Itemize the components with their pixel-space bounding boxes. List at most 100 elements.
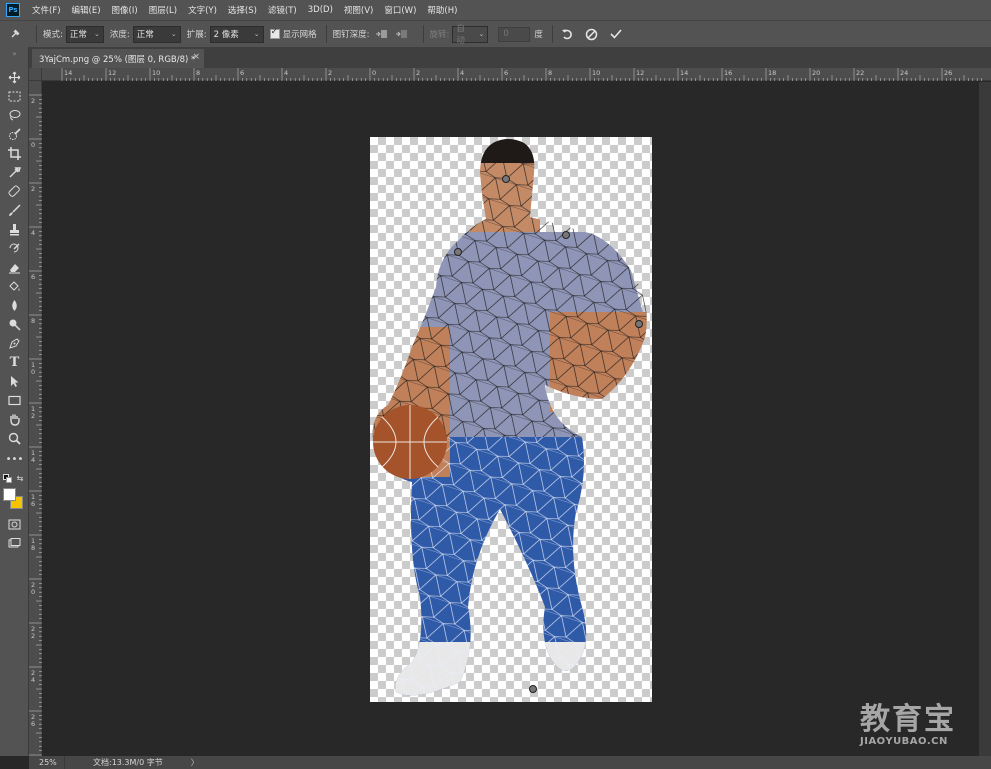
ruler-label: 6 xyxy=(31,500,35,508)
show-mesh-label: 显示网格 xyxy=(282,30,317,40)
watermark: 教育宝 JIAOYUBAO.CN xyxy=(840,694,980,754)
expansion-select[interactable]: 2 像素 ⌄ xyxy=(209,25,264,43)
separator xyxy=(325,25,327,43)
warp-pin[interactable] xyxy=(635,320,643,328)
healing-brush-tool-icon[interactable] xyxy=(5,183,24,199)
history-brush-tool-icon[interactable] xyxy=(5,240,24,256)
pin-backward-icon[interactable] xyxy=(393,25,411,43)
ruler-label: 4 xyxy=(31,676,35,684)
rectangle-tool-icon[interactable] xyxy=(5,392,24,408)
basketball xyxy=(373,405,447,479)
ruler-label: 2 xyxy=(31,412,35,420)
path-selection-tool-icon[interactable] xyxy=(5,373,24,389)
move-tool-icon[interactable] xyxy=(5,69,24,85)
document-tab[interactable]: 3YajCm.png @ 25% (图层 0, RGB/8) * × xyxy=(32,49,204,68)
pin-depth-label: 图钉深度: xyxy=(332,30,370,40)
pen-tool-icon[interactable] xyxy=(5,335,24,351)
dodge-tool-icon[interactable] xyxy=(5,316,24,332)
swap-colors-icon[interactable]: ⇆ xyxy=(15,473,25,483)
clone-stamp-tool-icon[interactable] xyxy=(5,221,24,237)
document-tab-bar: 3YajCm.png @ 25% (图层 0, RGB/8) * × xyxy=(29,47,991,68)
pin-forward-icon[interactable] xyxy=(373,25,391,43)
chevron-down-icon: ⌄ xyxy=(170,30,177,38)
eraser-tool-icon[interactable] xyxy=(5,259,24,275)
menu-file[interactable]: 文件(F) xyxy=(32,4,61,16)
ruler-label: 14 xyxy=(64,69,72,77)
ruler-label: 16 xyxy=(724,69,732,77)
cancel-icon[interactable] xyxy=(583,25,601,43)
menu-help[interactable]: 帮助(H) xyxy=(427,4,457,16)
menu-type[interactable]: 文字(Y) xyxy=(188,4,217,16)
commit-check-icon[interactable] xyxy=(607,25,625,43)
paint-bucket-tool-icon[interactable] xyxy=(5,278,24,294)
brush-tool-icon[interactable] xyxy=(5,202,24,218)
puppet-pin-tool-icon[interactable] xyxy=(6,25,24,43)
warp-pin[interactable] xyxy=(562,231,570,239)
crop-tool-icon[interactable] xyxy=(5,145,24,161)
menu-filter[interactable]: 滤镜(T) xyxy=(268,4,297,16)
ruler-label: 26 xyxy=(944,69,952,77)
show-mesh-checkbox[interactable] xyxy=(269,27,280,39)
ruler-label: 8 xyxy=(31,317,35,325)
eyedropper-tool-icon[interactable] xyxy=(5,164,24,180)
chevron-down-icon: ⌄ xyxy=(478,30,485,38)
warp-pin[interactable] xyxy=(529,685,537,693)
panel-collapse-icon[interactable]: » xyxy=(5,50,24,58)
close-icon[interactable]: × xyxy=(192,52,200,62)
vertical-scrollbar[interactable] xyxy=(979,82,991,756)
marquee-tool-icon[interactable] xyxy=(5,88,24,104)
mode-label: 模式: xyxy=(43,30,63,40)
menu-layer[interactable]: 图层(L) xyxy=(149,4,177,16)
ruler-label: 2 xyxy=(31,632,35,640)
menu-select[interactable]: 选择(S) xyxy=(228,4,257,16)
warp-pin[interactable] xyxy=(502,175,510,183)
expansion-label: 扩展: xyxy=(186,30,207,40)
ruler-label: 24 xyxy=(900,69,908,77)
ruler-label: 12 xyxy=(108,69,116,77)
ruler-label: 8 xyxy=(196,69,200,77)
photoshop-logo: Ps xyxy=(6,3,20,17)
ruler-label: 6 xyxy=(240,69,244,77)
angle-input[interactable]: 0 xyxy=(498,26,531,42)
lasso-tool-icon[interactable] xyxy=(5,107,24,123)
ruler-label: 0 xyxy=(31,368,35,376)
ruler-label: 4 xyxy=(31,456,35,464)
ruler-label: 8 xyxy=(548,69,552,77)
quick-selection-tool-icon[interactable] xyxy=(5,126,24,142)
menu-view[interactable]: 视图(V) xyxy=(344,4,373,16)
chevron-down-icon: ⌄ xyxy=(94,30,100,38)
zoom-level[interactable]: 25% xyxy=(29,756,65,769)
ruler-label: 12 xyxy=(636,69,644,77)
density-select[interactable]: 正常 ⌄ xyxy=(132,25,181,43)
blur-tool-icon[interactable] xyxy=(5,297,24,313)
ruler-label: 0 xyxy=(31,588,35,596)
more-tools-icon[interactable]: ••• xyxy=(5,451,24,467)
ruler-label: 20 xyxy=(812,69,820,77)
menu-3d[interactable]: 3D(D) xyxy=(308,5,333,15)
watermark-url: JIAOYUBAO.CN xyxy=(860,736,948,747)
menu-edit[interactable]: 编辑(E) xyxy=(72,4,101,16)
warp-pin[interactable] xyxy=(454,248,462,256)
default-colors-icon[interactable] xyxy=(2,473,12,483)
document-canvas[interactable] xyxy=(370,137,652,702)
menu-window[interactable]: 窗口(W) xyxy=(384,4,416,16)
ruler-label: 2 xyxy=(31,185,35,193)
ruler-label: 6 xyxy=(504,69,508,77)
quick-mask-icon[interactable] xyxy=(5,516,24,532)
menu-image[interactable]: 图像(I) xyxy=(112,4,138,16)
zoom-tool-icon[interactable] xyxy=(5,430,24,446)
rotate-label: 旋转: xyxy=(429,30,450,40)
status-menu-arrow-icon[interactable]: 〉 xyxy=(191,757,199,768)
separator xyxy=(551,25,553,43)
foreground-color-swatch[interactable] xyxy=(3,488,16,501)
screen-mode-icon[interactable] xyxy=(5,535,24,551)
type-tool-icon[interactable]: T xyxy=(5,354,24,370)
mode-select[interactable]: 正常 ⌄ xyxy=(65,25,104,43)
ruler-label: 4 xyxy=(284,69,288,77)
ruler-label: 10 xyxy=(592,69,600,77)
reset-icon[interactable] xyxy=(559,25,577,43)
vertical-ruler: 20246810121416182022242628 xyxy=(29,81,42,756)
ruler-label: 4 xyxy=(460,69,464,77)
rotate-select[interactable]: 自动 ⌄ xyxy=(452,24,489,46)
hand-tool-icon[interactable] xyxy=(5,411,24,427)
